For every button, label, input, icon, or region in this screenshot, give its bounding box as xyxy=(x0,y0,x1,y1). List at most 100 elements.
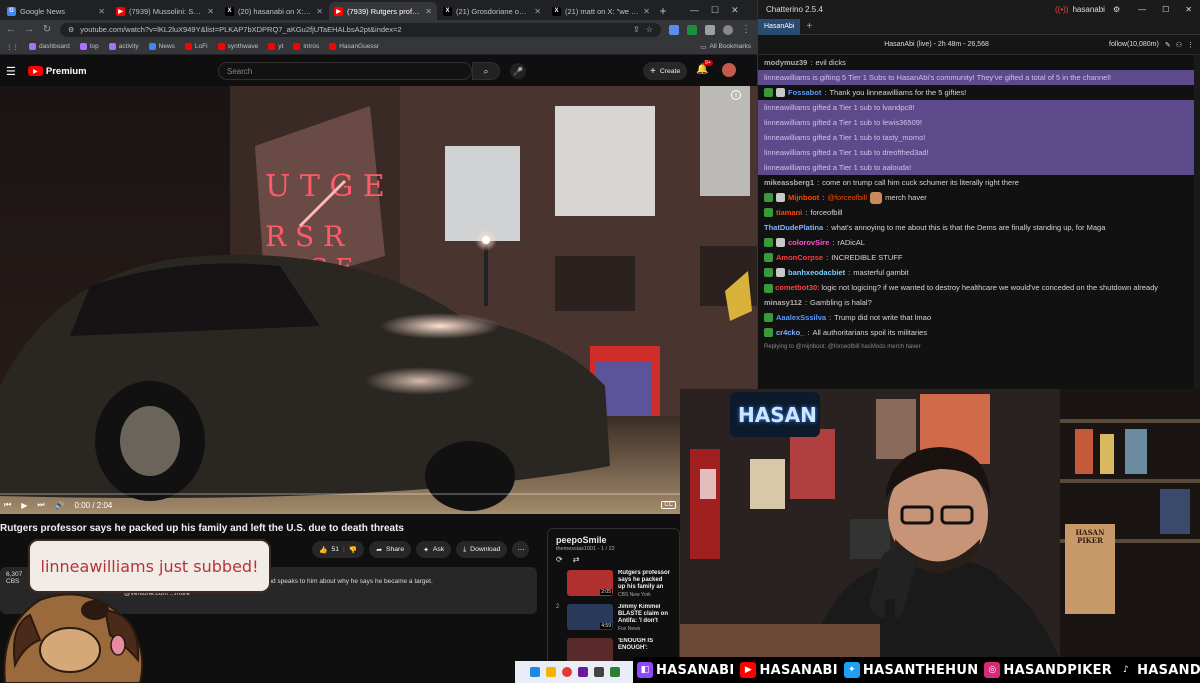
info-icon[interactable]: i xyxy=(731,90,741,100)
edit-icon[interactable]: ✎ xyxy=(1165,41,1171,49)
apps-icon[interactable]: ⋮⋮ xyxy=(6,43,19,51)
chat-username[interactable]: ThatDudePlatina xyxy=(764,221,823,234)
extensions-puzzle-icon[interactable] xyxy=(705,24,715,35)
forward-icon[interactable]: → xyxy=(24,24,34,35)
bookmark-item[interactable]: HasanGuessr xyxy=(329,43,379,50)
reload-icon[interactable]: ↻ xyxy=(42,24,52,35)
youtube-logo[interactable]: ▶ Premium xyxy=(27,66,87,77)
ask-button[interactable]: ✦ Ask xyxy=(416,541,452,558)
search-button[interactable]: ⌕ xyxy=(472,62,500,80)
chat-username[interactable]: colorovSire xyxy=(788,236,829,249)
chat-message[interactable]: banhxeodacbiet: masterful gambit xyxy=(758,265,1200,280)
bookmark-item[interactable]: top xyxy=(79,43,99,50)
all-bookmarks-folder[interactable]: ▭ All Bookmarks xyxy=(700,43,751,51)
chat-username[interactable]: cometbot30 xyxy=(775,283,817,292)
sub-notice[interactable]: linneawilliams gifted a Tier 1 sub to le… xyxy=(758,115,1200,130)
tab-hasanabi[interactable]: HasanAbi xyxy=(758,18,801,35)
bookmark-item[interactable]: yt xyxy=(268,43,283,50)
sub-notice[interactable]: linneawilliams gifted a Tier 1 sub to dr… xyxy=(758,145,1200,160)
sub-notice[interactable]: linneawilliams gifted a Tier 1 sub to aa… xyxy=(758,160,1200,175)
sub-notice[interactable]: linneawilliams is gifting 5 Tier 1 Subs … xyxy=(758,70,1200,85)
like-button[interactable]: 👍 51 | 👎 xyxy=(312,541,365,558)
next-icon[interactable]: ⏭ xyxy=(37,500,44,510)
play-icon[interactable]: ▶ xyxy=(21,501,27,510)
captions-button[interactable]: CC xyxy=(661,501,676,509)
chat-message[interactable]: Fossabot: Thank you linneawilliams for t… xyxy=(758,85,1200,100)
site-info-icon[interactable]: ⚙ xyxy=(68,26,74,34)
shuffle-icon[interactable]: ⇄ xyxy=(573,555,580,564)
bookmark-item[interactable]: News xyxy=(148,43,175,50)
browser-tab[interactable]: G Google News ✕ xyxy=(2,2,110,20)
chat-scrollbar[interactable] xyxy=(1194,55,1200,389)
tab-close-icon[interactable]: ✕ xyxy=(316,7,323,16)
share-icon[interactable]: ⇪ xyxy=(633,25,640,34)
chat-message[interactable]: AaalexSssilva: Trump did not write that … xyxy=(758,310,1200,325)
app-icon[interactable] xyxy=(578,667,588,677)
loop-icon[interactable]: ⟳ xyxy=(556,555,563,564)
bookmark-star-icon[interactable]: ☆ xyxy=(646,25,653,34)
back-icon[interactable]: ← xyxy=(6,24,16,35)
sub-notice[interactable]: linneawilliams gifted a Tier 1 sub to lv… xyxy=(758,100,1200,115)
chat-username[interactable]: banhxeodacbiet xyxy=(788,266,845,279)
chat-message[interactable]: tiamani: forceofbill xyxy=(758,205,1200,220)
video-player[interactable]: U T G E R S R T G E i xyxy=(0,86,757,514)
file-explorer-icon[interactable] xyxy=(546,667,556,677)
start-icon[interactable] xyxy=(530,667,540,677)
browser-tab[interactable]: ▶ (7939) Rutgers professor s ✕ xyxy=(329,2,437,20)
chat-username[interactable]: tiamani xyxy=(776,206,802,219)
video-progress-bar[interactable] xyxy=(0,493,680,495)
browser-tab[interactable]: X (21) Grosdoriane on X: "It is ju✕ xyxy=(438,2,546,20)
chat-username[interactable]: mikeassberg1 xyxy=(764,176,814,189)
bookmark-item[interactable]: dashboard xyxy=(29,43,70,50)
browser-tab[interactable]: X (20) hasanabi on X: "PALESTIN✕ xyxy=(220,2,328,20)
minimize-icon[interactable]: — xyxy=(690,5,699,15)
volume-icon[interactable]: 🔊 xyxy=(55,501,65,510)
voice-search-icon[interactable]: 🎤 xyxy=(510,63,526,79)
bookmark-item[interactable]: LoFi xyxy=(184,43,208,50)
chat-username[interactable]: modymuz39 xyxy=(764,56,807,69)
more-actions-button[interactable]: ⋯ xyxy=(512,541,530,558)
new-tab-button[interactable]: + xyxy=(656,2,670,20)
extension-icon[interactable] xyxy=(687,24,697,35)
channel-menu-icon[interactable]: ⋮ xyxy=(1187,41,1194,49)
chat-message[interactable]: minasy112: Gambling is halal? xyxy=(758,295,1200,310)
account-avatar[interactable] xyxy=(722,63,736,77)
user-list-icon[interactable]: ⚇ xyxy=(1176,41,1182,49)
chat-username[interactable]: AmonCorpse xyxy=(776,251,823,264)
chat-username[interactable]: Fossabot xyxy=(788,86,821,99)
profile-avatar[interactable] xyxy=(723,24,733,35)
chat-username[interactable]: Mijnboot xyxy=(788,191,819,204)
playlist-item[interactable]: 2:05 Rutgers professor says he packed up … xyxy=(556,570,671,598)
app-icon[interactable] xyxy=(594,667,604,677)
thumbs-down-icon[interactable]: 👎 xyxy=(349,546,357,554)
chat-message[interactable]: cometbot30: logic not logicing? if we wa… xyxy=(758,280,1200,295)
hamburger-menu-icon[interactable]: ☰ xyxy=(6,65,16,78)
chat-username[interactable]: cr4cko_ xyxy=(776,326,804,339)
tab-close-icon[interactable]: ✕ xyxy=(425,7,432,16)
menu-kebab-icon[interactable]: ⋮ xyxy=(741,24,751,35)
chat-username[interactable]: minasy112 xyxy=(764,296,802,309)
close-icon[interactable]: ✕ xyxy=(731,5,739,16)
chat-message[interactable]: colorovSire: rADicAL xyxy=(758,235,1200,250)
chat-message[interactable]: mikeassberg1: come on trump call him cuc… xyxy=(758,175,1200,190)
url-field[interactable]: ⚙ youtube.com/watch?v=lKL2luX949Y&list=P… xyxy=(60,22,661,37)
playlist-item[interactable]: 2 4:59 Jimmy Kimmel BLASTE claim on Antifa… xyxy=(556,604,671,632)
maximize-icon[interactable]: ☐ xyxy=(1162,5,1169,14)
browser-tab[interactable]: X (21) matt on X: "we told zohr ✕ xyxy=(547,2,655,20)
tab-close-icon[interactable]: ✕ xyxy=(98,7,105,16)
chat-message[interactable]: Replying to @mijnboot: @forceofbill hasM… xyxy=(758,340,1200,355)
follow-mode[interactable]: follow(10,080m) xyxy=(1109,41,1159,48)
bookmark-item[interactable]: activity xyxy=(108,43,139,50)
chat-message[interactable]: Mijnboot: @forceofbill merch haver xyxy=(758,190,1200,205)
app-icon[interactable] xyxy=(610,667,620,677)
bookmark-item[interactable]: intros xyxy=(293,43,319,50)
chrome-icon[interactable] xyxy=(562,667,572,677)
browser-tab[interactable]: ▶ (7939) Mussolini: Son Of ✕ xyxy=(111,2,219,20)
add-tab-icon[interactable]: + xyxy=(806,21,812,32)
minimize-icon[interactable]: — xyxy=(1138,5,1146,14)
chatterino-user[interactable]: hasanabi xyxy=(1072,5,1104,14)
tab-close-icon[interactable]: ✕ xyxy=(643,7,650,16)
close-icon[interactable]: ✕ xyxy=(1185,5,1192,14)
previous-icon[interactable]: ⏮ xyxy=(4,500,11,510)
extension-icon[interactable] xyxy=(669,24,679,35)
